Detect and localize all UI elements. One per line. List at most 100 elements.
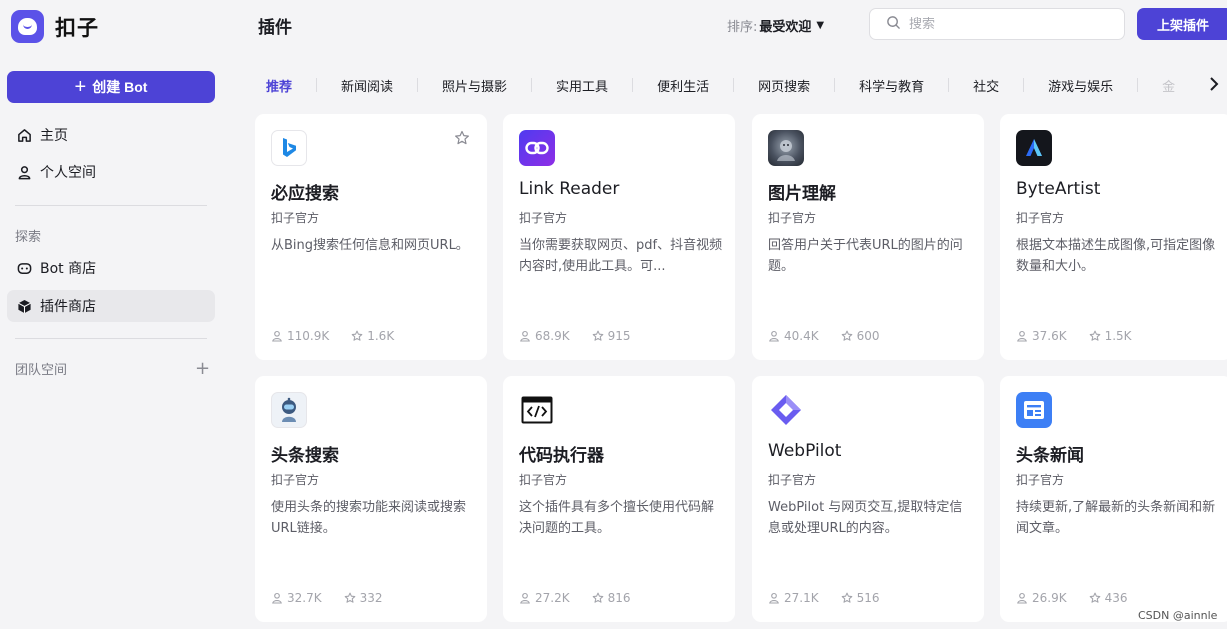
search-box[interactable] — [869, 8, 1125, 40]
plugin-author: 扣子官方 — [271, 473, 320, 487]
users-stat: 27.1K — [768, 591, 819, 605]
plugin-description: 从Bing搜索任何信息和网页URL。 — [271, 238, 469, 253]
tab-lifestyle[interactable]: 便利生活 — [646, 76, 720, 95]
plugin-card-byteartist[interactable]: ByteArtist 扣子官方 根据文本描述生成图像,可指定图像数量和大小。 3… — [1000, 114, 1227, 360]
plugin-stats: 40.4K 600 — [768, 329, 902, 343]
plugin-card-code-executor[interactable]: 代码执行器 扣子官方 这个插件具有多个擅长使用代码解决问题的工具。 27.2K … — [503, 376, 735, 622]
sidebar-item-label: 个人空间 — [40, 165, 96, 181]
sidebar-item-label: Bot 商店 — [40, 261, 97, 277]
category-tabs: 推荐 新闻阅读 照片与摄影 实用工具 便利生活 网页搜索 科学与教育 社交 游戏… — [255, 72, 1186, 98]
star-outline-icon[interactable] — [454, 130, 470, 150]
plugin-stats: 27.2K 816 — [519, 591, 653, 605]
stars-count: 332 — [359, 591, 383, 605]
plugin-card-image-understanding[interactable]: 图片理解 扣子官方 回答用户关于代表URL的图片的问题。 40.4K 600 — [752, 114, 984, 360]
bot-icon — [16, 260, 32, 276]
tab-photography[interactable]: 照片与摄影 — [431, 76, 518, 95]
sidebar-item-label: 主页 — [40, 128, 68, 144]
sort-dropdown[interactable]: 排序: 最受欢迎 ▼ — [727, 16, 824, 35]
tab-news[interactable]: 新闻阅读 — [330, 76, 404, 95]
tab-utilities[interactable]: 实用工具 — [545, 76, 619, 95]
stars-stat: 1.5K — [1089, 329, 1132, 343]
tab-finance[interactable]: 金 — [1151, 76, 1186, 95]
search-input[interactable] — [909, 16, 1109, 32]
plugin-name: 头条新闻 — [1016, 446, 1084, 466]
plugin-description: 持续更新,了解最新的头条新闻和新闻文章。 — [1016, 500, 1216, 536]
tab-science-education[interactable]: 科学与教育 — [848, 76, 935, 95]
sidebar-item-home[interactable]: 主页 — [7, 119, 215, 151]
tab-divider — [733, 78, 735, 92]
plugin-stats: 37.6K 1.5K — [1016, 329, 1154, 343]
stars-count: 915 — [607, 329, 631, 343]
sidebar-item-bot-store[interactable]: Bot 商店 — [7, 252, 215, 284]
tabs-scroll-right[interactable] — [1190, 72, 1227, 98]
code-icon — [519, 392, 555, 428]
sidebar-item-personal[interactable]: 个人空间 — [7, 156, 215, 188]
user-count-icon — [272, 330, 282, 342]
coze-logo-icon — [11, 10, 44, 43]
webpilot-icon — [768, 392, 804, 428]
robot-icon — [271, 392, 307, 428]
plugin-name: 头条搜索 — [271, 446, 339, 466]
caret-down-icon: ▼ — [816, 20, 825, 31]
plugin-card-bing[interactable]: 必应搜索 扣子官方 从Bing搜索任何信息和网页URL。 110.9K 1.6K — [255, 114, 487, 360]
plugin-author: 扣子官方 — [519, 211, 568, 225]
tab-recommended[interactable]: 推荐 — [255, 76, 303, 95]
logo-text: 扣子 — [55, 15, 99, 40]
users-stat: 27.2K — [519, 591, 570, 605]
users-stat: 68.9K — [519, 329, 570, 343]
image-understanding-icon — [768, 130, 804, 166]
stars-stat: 816 — [592, 591, 631, 605]
plugin-card-toutiao-search[interactable]: 头条搜索 扣子官方 使用头条的搜索功能来阅读或搜索URL链接。 32.7K 33… — [255, 376, 487, 622]
plugin-card-link-reader[interactable]: Link Reader 扣子官方 当你需要获取网页、pdf、抖音视频内容时,使用… — [503, 114, 735, 360]
stars-stat: 600 — [841, 329, 880, 343]
plugin-description: 当你需要获取网页、pdf、抖音视频内容时,使用此工具。可... — [519, 238, 723, 274]
link-icon — [519, 130, 555, 166]
plugin-author: 扣子官方 — [768, 473, 817, 487]
logo[interactable]: 扣子 — [11, 10, 99, 43]
star-count-icon — [351, 330, 363, 341]
sidebar-item-label: 插件商店 — [40, 299, 96, 315]
cube-icon — [16, 298, 32, 314]
plugin-description: 根据文本描述生成图像,可指定图像数量和大小。 — [1016, 238, 1216, 274]
tab-divider — [1137, 78, 1139, 92]
stars-count: 600 — [856, 329, 880, 343]
users-count: 37.6K — [1032, 329, 1067, 343]
plugin-name: 必应搜索 — [271, 184, 339, 204]
stars-stat: 436 — [1089, 591, 1128, 605]
sidebar-divider — [15, 338, 207, 339]
user-icon — [16, 164, 32, 180]
plugin-stats: 27.1K 516 — [768, 591, 902, 605]
sidebar: 扣子 + 创建 Bot 主页 个人空间 探索 Bot 商店 插件商店 团队空间 … — [0, 0, 227, 629]
stars-count: 516 — [856, 591, 880, 605]
users-count: 110.9K — [287, 329, 330, 343]
users-count: 32.7K — [287, 591, 322, 605]
news-icon — [1016, 392, 1052, 428]
plugin-name: 代码执行器 — [519, 446, 604, 466]
search-icon — [886, 15, 901, 34]
plugin-description: 回答用户关于代表URL的图片的问题。 — [768, 238, 963, 274]
users-count: 27.2K — [535, 591, 570, 605]
plugin-card-webpilot[interactable]: WebPilot 扣子官方 WebPilot 与网页交互,提取特定信息或处理UR… — [752, 376, 984, 622]
stars-stat: 915 — [592, 329, 631, 343]
tab-divider — [316, 78, 318, 92]
tab-divider — [834, 78, 836, 92]
tab-web-search[interactable]: 网页搜索 — [747, 76, 821, 95]
users-stat: 32.7K — [271, 591, 322, 605]
plugin-card-toutiao-news[interactable]: 头条新闻 扣子官方 持续更新,了解最新的头条新闻和新闻文章。 26.9K 436 — [1000, 376, 1227, 622]
plugin-stats: 110.9K 1.6K — [271, 329, 416, 343]
create-bot-label: 创建 Bot — [92, 79, 148, 95]
plugin-author: 扣子官方 — [1016, 211, 1065, 225]
home-icon — [16, 127, 32, 143]
sidebar-item-plugin-store[interactable]: 插件商店 — [7, 290, 215, 322]
users-stat: 110.9K — [271, 329, 329, 343]
plugin-stats: 68.9K 915 — [519, 329, 653, 343]
tab-games[interactable]: 游戏与娱乐 — [1037, 76, 1124, 95]
watermark: CSDN @ainnle — [1138, 609, 1218, 622]
users-count: 26.9K — [1032, 591, 1067, 605]
add-team-icon[interactable]: + — [195, 358, 210, 379]
tab-social[interactable]: 社交 — [962, 76, 1010, 95]
tab-divider — [948, 78, 950, 92]
publish-plugin-button[interactable]: 上架插件 — [1137, 8, 1227, 40]
users-stat: 40.4K — [768, 329, 819, 343]
create-bot-button[interactable]: + 创建 Bot — [7, 71, 215, 103]
